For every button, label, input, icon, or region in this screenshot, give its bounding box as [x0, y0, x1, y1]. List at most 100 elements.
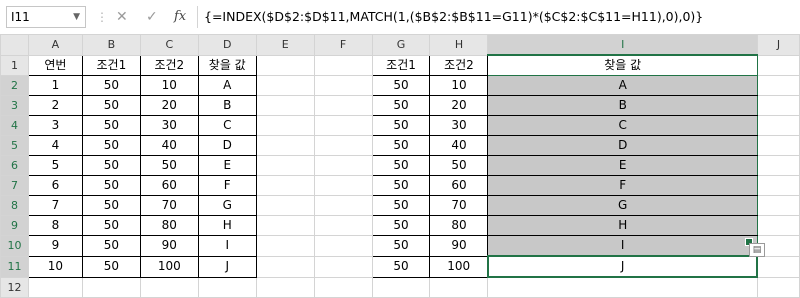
column-header-c[interactable]: C — [139, 34, 199, 56]
grid-cell[interactable]: A — [487, 75, 758, 96]
row-header[interactable]: 2 — [0, 75, 29, 96]
grid-cell[interactable]: 50 — [139, 155, 199, 176]
grid-cell[interactable] — [313, 95, 373, 116]
row-header[interactable]: 1 — [0, 54, 29, 76]
grid-cell[interactable] — [756, 276, 800, 298]
grid-cell[interactable]: I — [487, 235, 758, 257]
grid-cell[interactable]: 조건1 — [371, 54, 431, 76]
grid-cell[interactable]: C — [197, 115, 257, 136]
grid-cell[interactable]: 50 — [81, 95, 141, 116]
grid-cell[interactable]: 조건2 — [139, 54, 199, 76]
grid-cell[interactable]: E — [197, 155, 257, 176]
grid-cell[interactable]: 6 — [27, 175, 83, 196]
grid-cell[interactable]: 100 — [139, 255, 199, 278]
cancel-icon[interactable]: ✕ — [116, 7, 128, 27]
grid-cell[interactable] — [756, 115, 800, 136]
grid-cell[interactable]: 8 — [27, 215, 83, 236]
row-header[interactable]: 12 — [0, 276, 29, 298]
grid-cell[interactable] — [255, 215, 315, 236]
grid-cell[interactable] — [313, 54, 373, 76]
row-header[interactable]: 6 — [0, 155, 29, 176]
grid-cell[interactable] — [756, 175, 800, 196]
column-header-a[interactable]: A — [27, 34, 83, 56]
grid-cell[interactable]: 7 — [27, 195, 83, 216]
grid-cell[interactable] — [756, 95, 800, 116]
grid-cell[interactable] — [313, 135, 373, 156]
grid-cell[interactable]: 2 — [27, 95, 83, 116]
grid-cell[interactable]: 60 — [139, 175, 199, 196]
grid-cell[interactable] — [255, 235, 315, 257]
grid-cell[interactable] — [756, 195, 800, 216]
grid-cell[interactable] — [255, 195, 315, 216]
grid-cell[interactable]: B — [197, 95, 257, 116]
grid-cell[interactable]: 조건2 — [429, 54, 489, 76]
grid-cell[interactable]: 10 — [139, 75, 199, 96]
grid-cell[interactable]: 5 — [27, 155, 83, 176]
grid-cell[interactable]: 10 — [27, 255, 83, 278]
grid-cell[interactable]: 1 — [27, 75, 83, 96]
grid-cell[interactable]: 30 — [429, 115, 489, 136]
grid-cell[interactable]: 조건1 — [81, 54, 141, 76]
grid-cell[interactable]: H — [487, 215, 758, 236]
row-header[interactable]: 3 — [0, 95, 29, 116]
grid-cell[interactable]: D — [197, 135, 257, 156]
grid-cell[interactable]: 찾을 값 — [487, 54, 758, 76]
grid-cell[interactable] — [313, 215, 373, 236]
grid-cell[interactable]: 4 — [27, 135, 83, 156]
grid-cell[interactable]: 50 — [371, 95, 431, 116]
grid-cell[interactable]: 50 — [371, 115, 431, 136]
grid-cell[interactable]: 50 — [81, 75, 141, 96]
grid-cell[interactable] — [255, 155, 315, 176]
quick-analysis-icon[interactable]: ▤ — [749, 243, 765, 257]
grid-cell[interactable]: 50 — [81, 195, 141, 216]
grid-cell[interactable]: 40 — [139, 135, 199, 156]
grid-cell[interactable]: C — [487, 115, 758, 136]
row-header[interactable]: 11 — [0, 255, 29, 278]
grid-cell[interactable] — [255, 276, 315, 298]
grid-cell[interactable]: A — [197, 75, 257, 96]
grid-cell[interactable]: 50 — [81, 255, 141, 278]
row-header[interactable]: 10 — [0, 235, 29, 257]
insert-function-icon[interactable]: fx — [174, 7, 186, 27]
column-header-h[interactable]: H — [429, 34, 489, 56]
formula-input[interactable]: {=INDEX($D$2:$D$11,MATCH(1,($B$2:$B$11=G… — [197, 6, 800, 28]
row-header[interactable]: 5 — [0, 135, 29, 156]
column-header-d[interactable]: D — [197, 34, 257, 56]
grid-cell[interactable]: 찾을 값 — [197, 54, 257, 76]
grid-cell[interactable]: 20 — [429, 95, 489, 116]
grid-cell[interactable]: 50 — [81, 155, 141, 176]
chevron-down-icon[interactable]: ▼ — [73, 7, 80, 27]
grid-cell[interactable]: 100 — [429, 255, 489, 278]
grid-cell[interactable]: 50 — [371, 235, 431, 257]
grid-cell[interactable]: 90 — [429, 235, 489, 257]
grid-cell[interactable]: 9 — [27, 235, 83, 257]
grid-cell[interactable]: 50 — [81, 135, 141, 156]
grid-cell[interactable]: 연번 — [27, 54, 83, 76]
grid-cell[interactable]: B — [487, 95, 758, 116]
grid-cell[interactable]: 50 — [371, 215, 431, 236]
grid-cell[interactable] — [255, 54, 315, 76]
grid-cell[interactable] — [313, 115, 373, 136]
select-all-corner[interactable] — [0, 34, 29, 56]
column-header-i[interactable]: I — [487, 34, 758, 56]
grid-cell[interactable]: 50 — [371, 135, 431, 156]
grid-cell[interactable] — [197, 276, 257, 298]
grid-cell[interactable]: D — [487, 135, 758, 156]
grid-cell[interactable] — [313, 75, 373, 96]
grid-cell[interactable]: 50 — [371, 195, 431, 216]
grid-cell[interactable] — [756, 155, 800, 176]
grid-cell[interactable]: 60 — [429, 175, 489, 196]
grid-cell[interactable] — [371, 276, 431, 298]
grid-cell[interactable] — [81, 276, 141, 298]
grid-cell[interactable]: G — [487, 195, 758, 216]
column-header-b[interactable]: B — [81, 34, 141, 56]
grid-cell[interactable] — [313, 175, 373, 196]
grid-cell[interactable]: I — [197, 235, 257, 257]
grid-cell[interactable]: G — [197, 195, 257, 216]
grid-cell[interactable]: J — [197, 255, 257, 278]
grid-cell[interactable] — [255, 135, 315, 156]
grid-cell[interactable] — [255, 175, 315, 196]
grid-cell[interactable]: 50 — [371, 255, 431, 278]
grid-cell[interactable] — [255, 95, 315, 116]
grid-cell[interactable] — [429, 276, 489, 298]
